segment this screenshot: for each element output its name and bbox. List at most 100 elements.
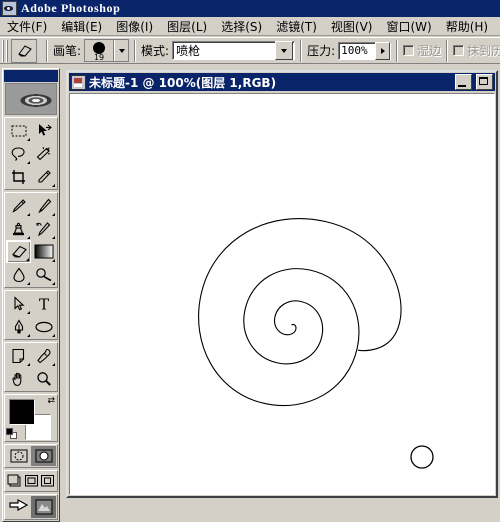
document-window: 未标题-1 @ 100%(图层 1,RGB) — [66, 70, 498, 498]
hand-tool[interactable] — [6, 367, 31, 390]
swap-colors-icon[interactable]: ⇄ — [47, 396, 55, 405]
crop-tool[interactable] — [6, 165, 31, 188]
brush-size-value: 19 — [93, 53, 105, 62]
tool-submenu-indicator-icon — [27, 213, 30, 216]
quick-mask-mode-button[interactable] — [31, 446, 56, 466]
erase-to-history-checkbox-group[interactable]: 抹到历 — [453, 42, 500, 59]
blur-tool[interactable] — [6, 263, 31, 286]
tool-submenu-indicator-icon — [27, 311, 30, 314]
slice-tool[interactable] — [31, 165, 56, 188]
options-separator-4 — [396, 39, 399, 62]
erase-to-history-checkbox[interactable] — [453, 45, 465, 56]
imageready-icon — [31, 496, 56, 518]
menu-file[interactable]: 文件(F) — [0, 17, 54, 36]
tool-submenu-indicator-icon — [52, 363, 55, 366]
chevron-down-icon — [118, 48, 125, 53]
menu-edit[interactable]: 编辑(E) — [54, 17, 109, 36]
foreground-color-swatch[interactable] — [9, 399, 35, 425]
quick-mask-mode-row — [4, 444, 58, 468]
menu-window[interactable]: 窗口(W) — [379, 17, 438, 36]
menu-help[interactable]: 帮助(H) — [439, 17, 495, 36]
document-maximize-button[interactable] — [476, 74, 493, 90]
tool-submenu-indicator-icon — [52, 184, 55, 187]
tool-options-bar: 画笔: 19 模式: 喷枪 压力: 100% 湿边 抹到历 — [0, 37, 500, 64]
current-tool-eraser-icon[interactable] — [11, 38, 37, 63]
photoshop-application-window: Adobe Photoshop 文件(F) 编辑(E) 图像(I) 图层(L) … — [0, 0, 500, 522]
lasso-tool[interactable] — [6, 142, 31, 165]
notes-tool[interactable] — [6, 344, 31, 367]
dodge-tool[interactable] — [31, 263, 56, 286]
erase-to-history-label: 抹到历 — [467, 44, 500, 58]
standard-screen-mode-button[interactable] — [6, 472, 23, 490]
full-screen-with-menubar-button[interactable] — [23, 472, 40, 490]
photoshop-eye-icon — [2, 1, 17, 16]
toolbox-group-view — [4, 342, 58, 392]
menu-layer[interactable]: 图层(L) — [160, 17, 214, 36]
standard-mode-button[interactable] — [6, 446, 31, 466]
pressure-value[interactable]: 100% — [339, 44, 375, 57]
photoshop-eye-banner-icon — [5, 83, 57, 115]
zoom-tool[interactable] — [31, 367, 56, 390]
jump-to-imageready-button[interactable] — [6, 496, 31, 518]
document-canvas[interactable] — [69, 93, 495, 495]
options-bar-drag-grip[interactable] — [2, 39, 8, 62]
mode-dropdown-button[interactable] — [275, 41, 294, 60]
document-minimize-button[interactable] — [455, 74, 472, 90]
document-icon — [71, 74, 86, 90]
healing-brush-tool[interactable] — [6, 194, 31, 217]
paintbrush-tool[interactable] — [31, 194, 56, 217]
svg-text:T: T — [38, 296, 48, 312]
tool-submenu-indicator-icon — [27, 282, 30, 285]
tool-submenu-indicator-icon — [52, 213, 55, 216]
options-separator-2 — [134, 39, 137, 62]
options-separator-3 — [300, 39, 303, 62]
mode-select[interactable]: 喷枪 — [172, 41, 296, 60]
maximize-icon — [479, 77, 488, 85]
default-colors-icon[interactable] — [6, 428, 17, 439]
menu-filter[interactable]: 滤镜(T) — [269, 17, 324, 36]
application-titlebar: Adobe Photoshop — [0, 0, 500, 17]
spiral-artwork — [70, 94, 494, 494]
tool-submenu-indicator-icon — [52, 334, 55, 337]
brush-preset-picker[interactable]: 19 — [84, 39, 130, 62]
eraser-tool[interactable] — [6, 240, 31, 263]
wet-edges-checkbox[interactable] — [403, 45, 415, 56]
shape-tool[interactable] — [31, 315, 56, 338]
tool-submenu-indicator-icon — [52, 282, 55, 285]
pen-tool[interactable] — [6, 315, 31, 338]
history-brush-tool[interactable] — [31, 217, 56, 240]
toolbox-titlebar[interactable] — [4, 70, 58, 82]
tool-submenu-indicator-icon — [52, 259, 55, 262]
tool-submenu-indicator-icon — [52, 236, 55, 239]
menu-select[interactable]: 选择(S) — [214, 17, 269, 36]
toolbox-group-selection — [4, 117, 58, 190]
document-title: 未标题-1 @ 100%(图层 1,RGB) — [89, 75, 277, 90]
chevron-down-icon — [281, 48, 288, 53]
pressure-slider-button[interactable] — [375, 41, 391, 60]
menu-view[interactable]: 视图(V) — [324, 17, 380, 36]
tool-submenu-indicator-icon — [27, 236, 30, 239]
tool-submenu-indicator-icon — [27, 363, 30, 366]
chevron-right-icon — [380, 47, 385, 54]
toolbox-group-vector: T — [4, 290, 58, 340]
menu-image[interactable]: 图像(I) — [109, 17, 160, 36]
toolbox-palette: T ⇄ — [2, 68, 60, 522]
application-title: Adobe Photoshop — [21, 1, 121, 15]
brush-dropdown-arrow-icon[interactable] — [114, 40, 129, 61]
jump-to-row — [4, 494, 58, 520]
menubar: 文件(F) 编辑(E) 图像(I) 图层(L) 选择(S) 滤镜(T) 视图(V… — [0, 17, 500, 36]
path-selection-tool[interactable] — [6, 292, 31, 315]
clone-stamp-tool[interactable] — [6, 217, 31, 240]
pressure-field[interactable]: 100% — [338, 41, 392, 60]
marquee-tool[interactable] — [6, 119, 31, 142]
gradient-tool[interactable] — [31, 240, 56, 263]
type-tool[interactable]: T — [31, 292, 56, 315]
brush-label: 画笔: — [53, 44, 82, 58]
move-tool[interactable] — [31, 119, 56, 142]
magic-wand-tool[interactable] — [31, 142, 56, 165]
wet-edges-label: 湿边 — [417, 44, 442, 58]
wet-edges-checkbox-group[interactable]: 湿边 — [403, 42, 441, 59]
eyedropper-tool[interactable] — [31, 344, 56, 367]
document-titlebar[interactable]: 未标题-1 @ 100%(图层 1,RGB) — [69, 73, 495, 91]
full-screen-mode-button[interactable] — [39, 472, 56, 490]
